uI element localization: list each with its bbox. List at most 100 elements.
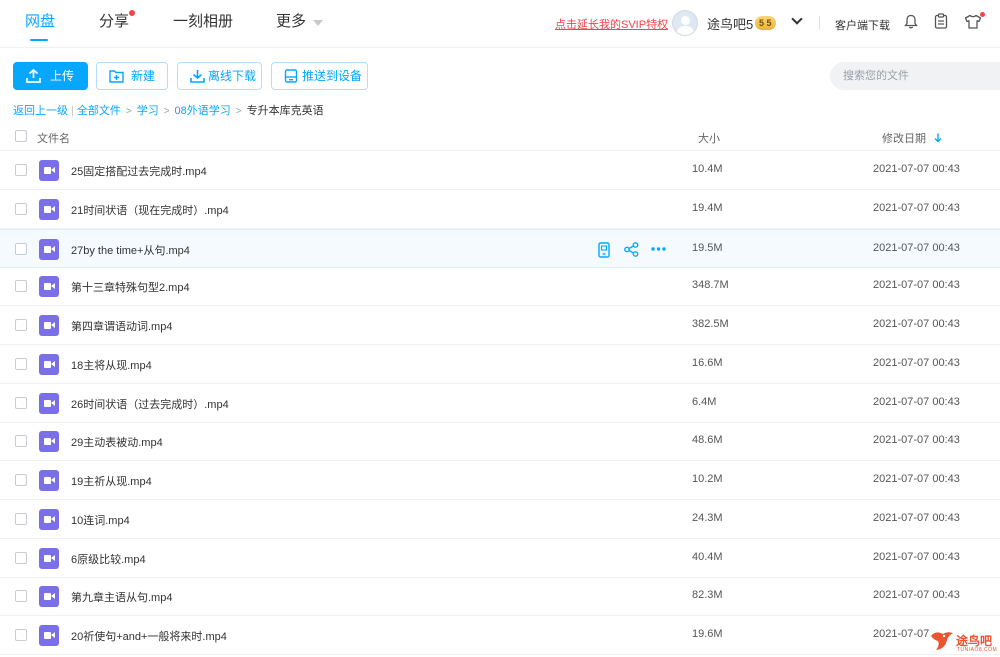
search-input[interactable] — [830, 62, 1000, 90]
row-checkbox[interactable] — [15, 357, 27, 370]
table-row[interactable]: 27by the time+从句.mp4 19.5M 2021-07-07 00:4… — [0, 228, 1000, 268]
offline-download-button[interactable]: 离线下载 — [177, 62, 262, 90]
row-checkbox[interactable] — [15, 164, 27, 176]
file-name[interactable]: 20祈使句+and+一般将来时.mp4 — [71, 628, 227, 644]
file-modified-date: 2021-07-07 00:43 — [873, 163, 960, 175]
table-row[interactable]: 第十三章特殊句型2.mp4 348.7M 2021-07-07 00:43 — [0, 267, 1000, 307]
video-file-icon — [39, 238, 59, 260]
row-checkbox[interactable] — [15, 319, 27, 331]
more-options-icon[interactable] — [651, 246, 666, 251]
file-name[interactable]: 第四章谓语动词.mp4 — [71, 318, 172, 334]
user-menu-chevron-icon[interactable] — [791, 13, 803, 25]
row-checkbox[interactable] — [15, 202, 27, 215]
file-size: 19.6M — [692, 628, 723, 640]
file-modified-date: 2021-07-07 00:43 — [873, 395, 960, 408]
upload-icon — [26, 69, 41, 83]
file-modified-date: 2021-07-07 00:43 — [873, 589, 960, 602]
column-header-name[interactable]: 文件名 — [37, 130, 70, 146]
row-checkbox[interactable] — [15, 435, 27, 448]
breadcrumb-arrow-icon: > — [163, 106, 170, 117]
nav-tab-album[interactable]: 一刻相册 — [173, 12, 233, 32]
file-name[interactable]: 21时间状语（现在完成时）.mp4 — [71, 202, 229, 218]
push-to-device-button[interactable]: 推送到设备 — [271, 62, 368, 90]
row-checkbox[interactable] — [15, 474, 27, 486]
table-row[interactable]: 6原级比较.mp4 40.4M 2021-07-07 00:43 — [0, 539, 1000, 578]
file-modified-date: 2021-07-07 00:43 — [873, 241, 960, 254]
new-folder-icon — [109, 70, 124, 83]
table-row[interactable]: 29主动表被动.mp4 48.6M 2021-07-07 00:43 — [0, 422, 1000, 462]
table-row[interactable]: 10连词.mp4 24.3M 2021-07-07 00:43 — [0, 500, 1000, 539]
file-name[interactable]: 19主祈从现.mp4 — [71, 473, 152, 489]
file-size: 10.2M — [692, 473, 723, 485]
nav-tab-netdisk[interactable]: 网盘 — [25, 12, 55, 32]
more-caret-icon[interactable] — [313, 20, 323, 26]
bell-icon[interactable] — [904, 14, 918, 29]
file-modified-date: 2021-07-07 00:43 — [873, 473, 960, 485]
nav-tab-share[interactable]: 分享 — [99, 12, 129, 32]
breadcrumb-item-language[interactable]: 08外语学习 — [175, 102, 231, 118]
breadcrumb-all-files[interactable]: 全部文件 — [77, 102, 121, 118]
breadcrumb-item-study[interactable]: 学习 — [137, 102, 159, 118]
file-size: 48.6M — [692, 434, 723, 447]
push-to-phone-icon[interactable] — [598, 241, 610, 258]
watermark: 途鸟吧 TUNIAO8.COM — [928, 627, 997, 655]
avatar[interactable] — [672, 10, 698, 36]
new-folder-button[interactable]: 新建 — [96, 62, 168, 90]
breadcrumb-arrow-icon: > — [125, 106, 132, 117]
file-modified-date: 2021-07-07 00:43 — [873, 550, 960, 563]
divider — [819, 16, 820, 30]
nav-tab-more[interactable]: 更多 — [276, 12, 306, 32]
username[interactable]: 途鸟吧5 — [707, 14, 753, 33]
row-checkbox[interactable] — [15, 396, 27, 409]
share-icon[interactable] — [624, 241, 639, 257]
breadcrumb: 返回上一级 | 全部文件 > 学习 >08外语学习 > 专升本库克英语 — [13, 102, 324, 118]
download-icon — [190, 70, 205, 83]
table-row[interactable]: 26时间状语（过去完成时）.mp4 6.4M 2021-07-07 00:43 — [0, 384, 1000, 423]
table-row[interactable]: 18主将从现.mp4 16.6M 2021-07-07 00:43 — [0, 345, 1000, 384]
file-size: 6.4M — [692, 395, 717, 408]
file-name[interactable]: 25固定搭配过去完成时.mp4 — [71, 163, 207, 179]
table-row[interactable]: 25固定搭配过去完成时.mp4 10.4M 2021-07-07 00:43 — [0, 151, 1000, 190]
file-name[interactable]: 26时间状语（过去完成时）.mp4 — [71, 396, 229, 412]
video-file-icon — [39, 470, 59, 491]
file-name[interactable]: 10连词.mp4 — [71, 512, 130, 528]
file-modified-date: 2021-07-07 — [873, 628, 930, 640]
table-row[interactable]: 19主祈从现.mp4 10.2M 2021-07-07 00:43 — [0, 461, 1000, 500]
upload-button[interactable]: 上传 — [13, 62, 88, 90]
file-modified-date: 2021-07-07 00:43 — [873, 434, 960, 447]
new-label: 新建 — [131, 69, 156, 83]
table-row[interactable]: 21时间状语（现在完成时）.mp4 19.4M 2021-07-07 00:43 — [0, 190, 1000, 229]
file-name[interactable]: 18主将从现.mp4 — [71, 357, 152, 373]
select-all-checkbox[interactable] — [15, 130, 27, 142]
column-header-modified[interactable]: 修改日期 — [882, 130, 942, 146]
column-header-size[interactable]: 大小 — [698, 130, 720, 146]
tshirt-icon[interactable] — [964, 14, 982, 29]
table-row[interactable]: 第四章谓语动词.mp4 382.5M 2021-07-07 00:43 — [0, 306, 1000, 345]
row-checkbox[interactable] — [15, 280, 27, 293]
top-nav: 网盘 分享 一刻相册 更多 点击延长我的SVIP特权 途鸟吧5 5 5 客户端下… — [0, 0, 1000, 48]
row-checkbox[interactable] — [15, 512, 27, 525]
row-checkbox[interactable] — [15, 242, 27, 255]
video-file-icon — [39, 392, 59, 414]
file-size: 382.5M — [692, 318, 729, 330]
sort-desc-arrow-icon[interactable] — [934, 133, 942, 143]
file-name[interactable]: 27by the time+从句.mp4 — [71, 242, 190, 258]
client-download-link[interactable]: 客户端下载 — [835, 17, 890, 33]
file-name[interactable]: 第十三章特殊句型2.mp4 — [71, 279, 190, 295]
row-checkbox[interactable] — [15, 629, 27, 641]
svip-renew-link[interactable]: 点击延长我的SVIP特权 — [555, 16, 668, 32]
file-name[interactable]: 6原级比较.mp4 — [71, 551, 146, 567]
file-size: 19.5M — [692, 241, 723, 254]
breadcrumb-divider: | — [71, 105, 74, 117]
file-size: 16.6M — [692, 356, 723, 369]
table-row[interactable]: 20祈使句+and+一般将来时.mp4 19.6M 2021-07-07 — [0, 616, 1000, 655]
file-name[interactable]: 第九章主语从句.mp4 — [71, 589, 172, 605]
vip-badge-level-right: 5 — [766, 18, 772, 28]
file-modified-date: 2021-07-07 00:43 — [873, 356, 960, 369]
row-checkbox[interactable] — [15, 590, 27, 603]
clipboard-icon[interactable] — [934, 13, 948, 29]
row-checkbox[interactable] — [15, 551, 27, 564]
table-row[interactable]: 第九章主语从句.mp4 82.3M 2021-07-07 00:43 — [0, 577, 1000, 617]
breadcrumb-back-link[interactable]: 返回上一级 — [13, 102, 68, 118]
file-name[interactable]: 29主动表被动.mp4 — [71, 434, 163, 450]
